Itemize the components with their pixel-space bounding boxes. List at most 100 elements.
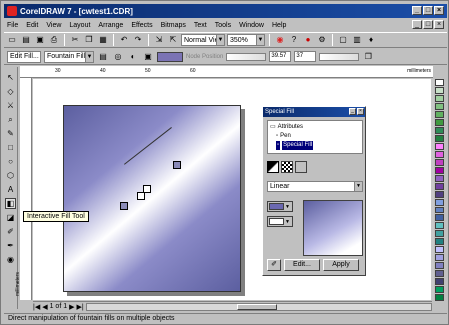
maximize-button[interactable]: □ xyxy=(423,6,433,15)
square-fill-button[interactable]: ▣ xyxy=(142,51,154,63)
from-color-picker[interactable]: ▼ xyxy=(267,201,293,212)
edge-pad-spinner[interactable]: 37 xyxy=(294,51,317,62)
palette-swatch[interactable] xyxy=(435,126,444,134)
palette-swatch[interactable] xyxy=(435,134,444,142)
freehand-tool[interactable]: ✎ xyxy=(5,128,16,139)
apply-button[interactable]: Apply xyxy=(323,259,359,271)
options-button[interactable]: ⚙ xyxy=(316,34,328,46)
menu-text[interactable]: Text xyxy=(194,22,207,29)
ellipse-tool[interactable]: ○ xyxy=(5,156,16,167)
zoom-tool[interactable]: ⌕ xyxy=(5,114,16,125)
palette-swatch[interactable] xyxy=(435,198,444,206)
radial-fill-button[interactable]: ◎ xyxy=(112,51,124,63)
node-slider[interactable] xyxy=(226,52,267,61)
paste-button[interactable]: ▦ xyxy=(97,34,109,46)
palette-swatch[interactable] xyxy=(435,110,444,118)
undo-button[interactable]: ↶ xyxy=(118,34,130,46)
linear-fill-button[interactable]: ▤ xyxy=(97,51,109,63)
palette-swatch[interactable] xyxy=(435,238,444,246)
export-button[interactable]: ⇱ xyxy=(167,34,179,46)
graphics-button[interactable]: ▥ xyxy=(351,34,363,46)
scroll-thumb[interactable] xyxy=(236,303,277,310)
horizontal-scrollbar[interactable] xyxy=(85,302,432,311)
vertical-scrollbar[interactable] xyxy=(431,79,434,300)
palette-swatch[interactable] xyxy=(435,182,444,190)
minimize-button[interactable]: _ xyxy=(412,6,422,15)
doc-restore-button[interactable]: □ xyxy=(423,20,433,29)
palette-swatch[interactable] xyxy=(435,79,444,86)
shape-tool[interactable]: ◇ xyxy=(5,86,16,97)
palette-swatch[interactable] xyxy=(435,254,444,262)
fill-start-handle[interactable] xyxy=(120,202,128,210)
palette-swatch[interactable] xyxy=(435,246,444,254)
palette-swatch[interactable] xyxy=(435,214,444,222)
palette-swatch[interactable] xyxy=(435,118,444,126)
scrapbook-button[interactable]: ● xyxy=(302,34,314,46)
rectangle-tool[interactable]: □ xyxy=(5,142,16,153)
first-page-button[interactable]: |◀ xyxy=(33,303,40,311)
palette-swatch[interactable] xyxy=(435,286,444,294)
print-button[interactable]: ⎙ xyxy=(48,34,60,46)
fill-type-select[interactable]: Fountain Fill ▼ xyxy=(44,50,94,63)
to-color-picker[interactable]: ▼ xyxy=(267,216,293,227)
horizontal-ruler[interactable]: 30 40 50 60 millimeters xyxy=(20,66,433,78)
eyedropper-tool[interactable]: ✐ xyxy=(5,226,16,237)
import-button[interactable]: ⇲ xyxy=(153,34,165,46)
save-button[interactable]: ▣ xyxy=(34,34,46,46)
menu-arrange[interactable]: Arrange xyxy=(98,22,123,29)
conical-fill-button[interactable]: ◐ xyxy=(127,51,139,63)
angle-spinner[interactable]: 39.57 xyxy=(269,51,292,62)
palette-swatch[interactable] xyxy=(435,230,444,238)
help-button[interactable]: ? xyxy=(288,34,300,46)
close-button[interactable]: × xyxy=(434,6,444,15)
docker-minimize-button[interactable]: _ xyxy=(349,108,356,115)
info-button[interactable]: ♦ xyxy=(365,34,377,46)
menu-help[interactable]: Help xyxy=(272,22,286,29)
fill-color-swatch[interactable] xyxy=(157,51,183,62)
vertical-ruler[interactable]: millimeters xyxy=(15,78,32,300)
palette-swatch[interactable] xyxy=(435,158,444,166)
knife-tool[interactable]: ⚔ xyxy=(5,100,16,111)
view-mode-select[interactable]: Normal View ▼ xyxy=(181,34,225,46)
zoom-select[interactable]: 350% ▼ xyxy=(227,34,265,46)
palette-swatch[interactable] xyxy=(435,142,444,150)
transparency-tool[interactable]: ◪ xyxy=(5,212,16,223)
menu-effects[interactable]: Effects xyxy=(131,22,152,29)
tree-item-special-fill[interactable]: ▫ Special Fill xyxy=(270,141,360,150)
palette-swatch[interactable] xyxy=(435,278,444,286)
texture-fill-button[interactable] xyxy=(295,161,307,173)
menu-tools[interactable]: Tools xyxy=(215,22,231,29)
edit-button[interactable]: Edit... xyxy=(284,259,320,271)
open-button[interactable]: ▤ xyxy=(20,34,32,46)
palette-swatch[interactable] xyxy=(435,94,444,102)
palette-swatch[interactable] xyxy=(435,86,444,94)
palette-swatch[interactable] xyxy=(435,174,444,182)
redo-button[interactable]: ↷ xyxy=(132,34,144,46)
fountain-filled-rectangle[interactable] xyxy=(63,105,241,292)
polygon-tool[interactable]: ⬡ xyxy=(5,170,16,181)
palette-swatch[interactable] xyxy=(435,190,444,198)
menu-file[interactable]: File xyxy=(7,22,18,29)
interactive-fill-tool[interactable]: ◧ xyxy=(5,198,16,209)
prev-page-button[interactable]: ◀ xyxy=(42,303,47,311)
doc-close-button[interactable]: × xyxy=(434,20,444,29)
menu-layout[interactable]: Layout xyxy=(69,22,90,29)
last-page-button[interactable]: ▶| xyxy=(77,303,84,311)
wireframe-button[interactable]: ▢ xyxy=(337,34,349,46)
fill-midpoint-handle[interactable] xyxy=(143,185,151,193)
menu-view[interactable]: View xyxy=(46,22,61,29)
doc-minimize-button[interactable]: _ xyxy=(412,20,422,29)
text-tool[interactable]: A xyxy=(5,184,16,195)
menu-bitmaps[interactable]: Bitmaps xyxy=(161,22,186,29)
fill-midpoint-handle[interactable] xyxy=(137,192,145,200)
palette-swatch[interactable] xyxy=(435,222,444,230)
menu-edit[interactable]: Edit xyxy=(26,22,38,29)
palette-swatch[interactable] xyxy=(435,150,444,158)
fill-tool[interactable]: ◉ xyxy=(5,254,16,265)
palette-swatch[interactable] xyxy=(435,294,444,302)
fill-end-handle[interactable] xyxy=(173,161,181,169)
palette-swatch[interactable] xyxy=(435,102,444,110)
cut-button[interactable]: ✂ xyxy=(69,34,81,46)
palette-swatch[interactable] xyxy=(435,206,444,214)
palette-swatch[interactable] xyxy=(435,270,444,278)
